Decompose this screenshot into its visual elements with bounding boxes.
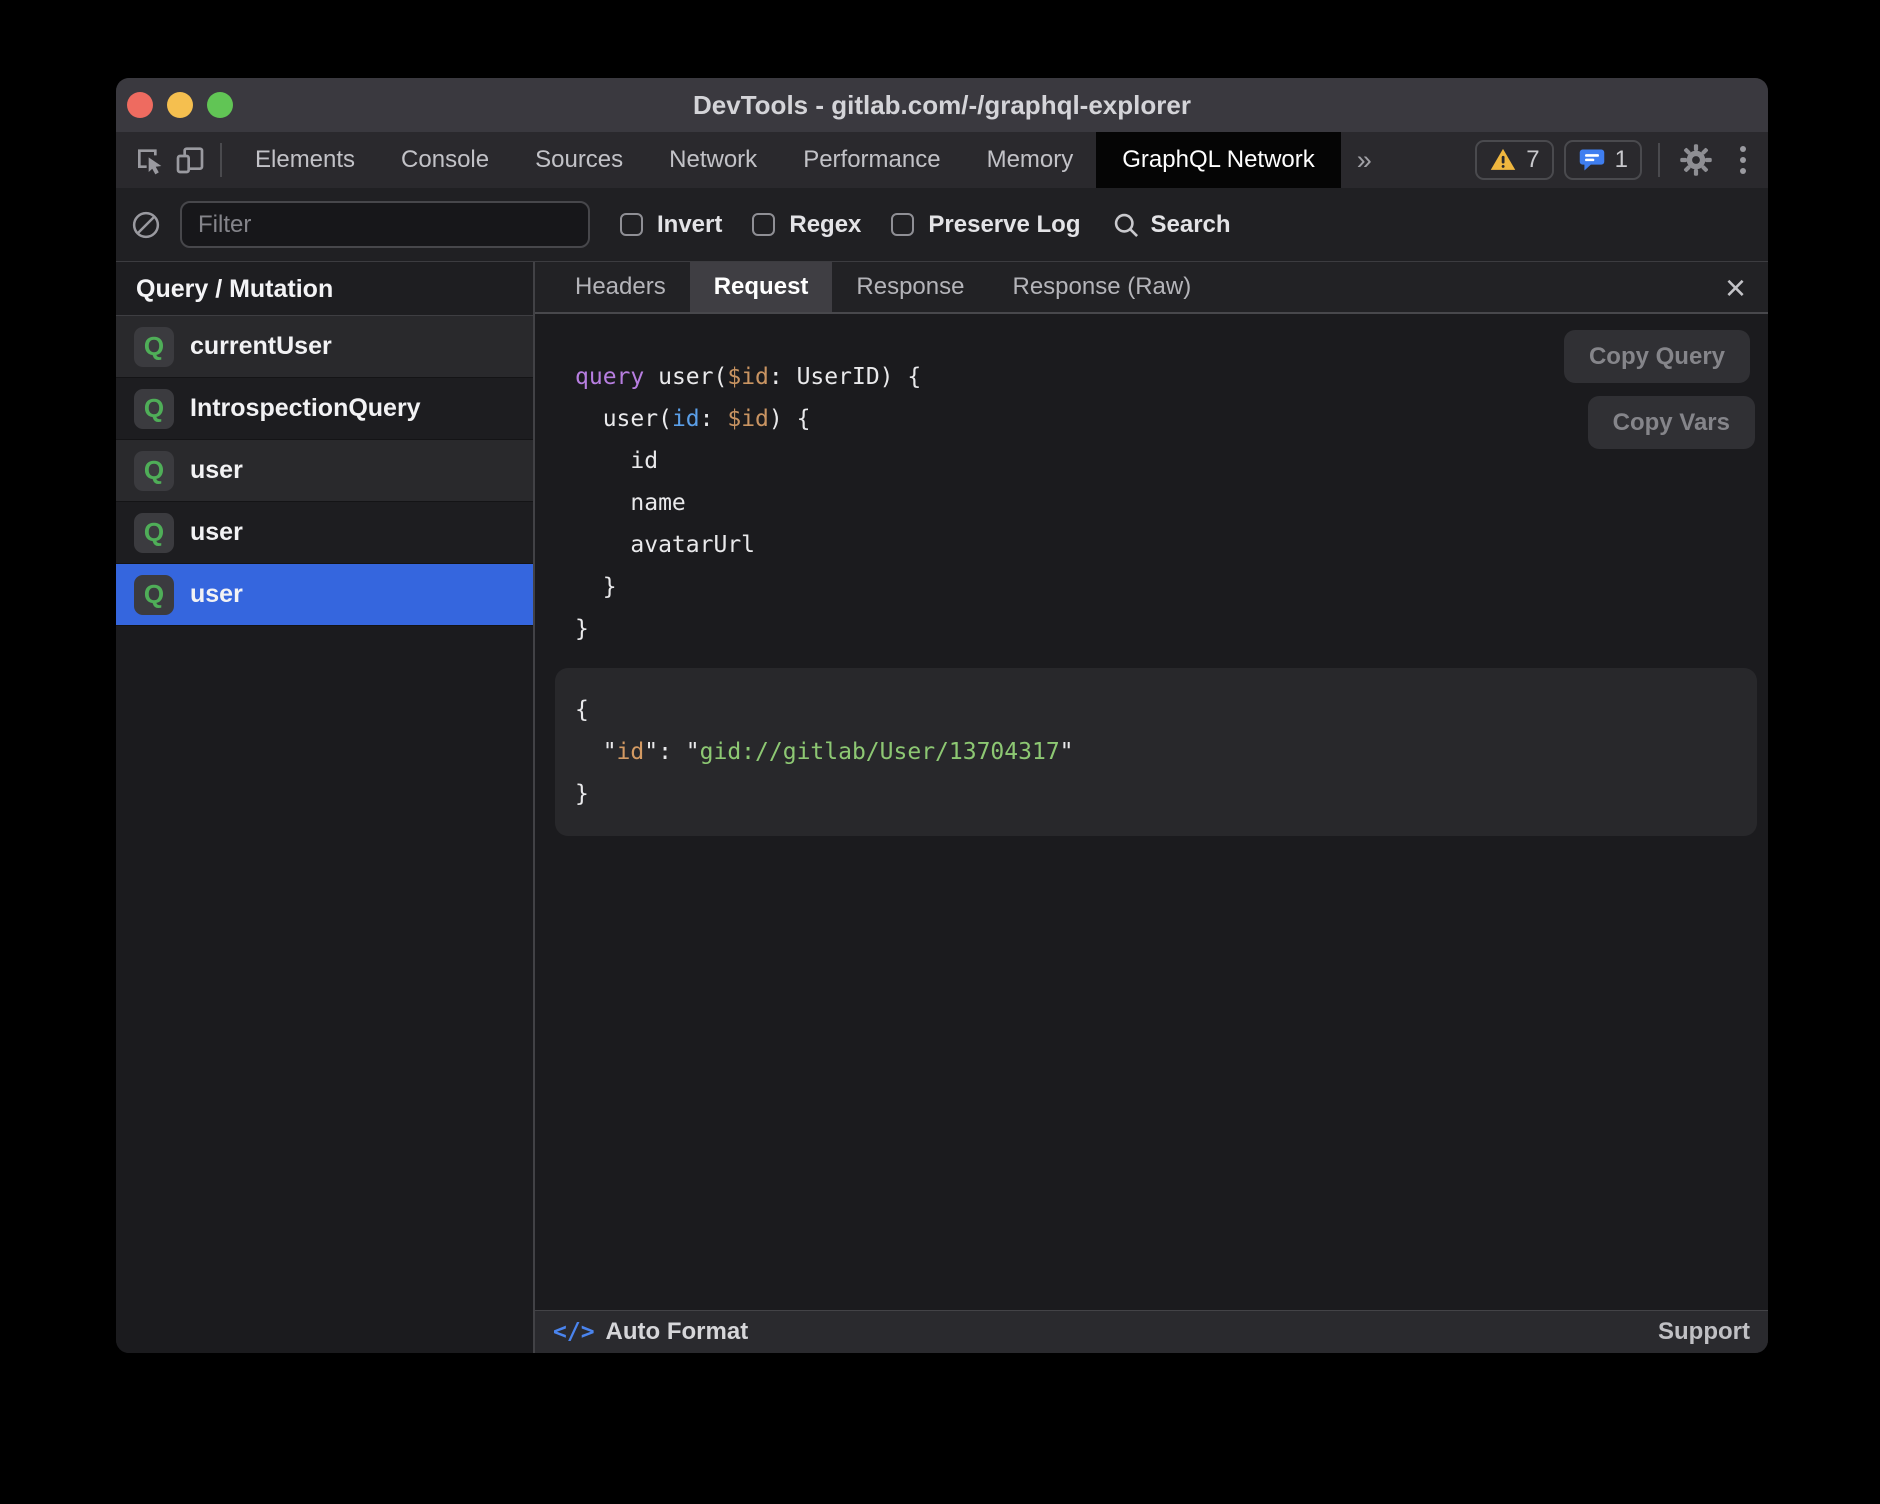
filter-input[interactable]	[180, 201, 590, 248]
auto-format-button[interactable]: </> Auto Format	[553, 1318, 748, 1346]
query-list-item-user-1[interactable]: Q user	[116, 440, 533, 502]
clear-filter-button[interactable]	[126, 205, 166, 245]
warnings-badge[interactable]: 7	[1475, 140, 1553, 180]
query-type-badge: Q	[134, 575, 174, 615]
tab-headers[interactable]: Headers	[551, 262, 690, 312]
regex-checkbox-box[interactable]	[752, 213, 775, 236]
tab-response-raw[interactable]: Response (Raw)	[988, 262, 1215, 312]
devtools-toolbar: Elements Console Sources Network Perform…	[116, 132, 1768, 188]
detail-tab-bar: Headers Request Response Response (Raw) …	[535, 262, 1768, 314]
more-tabs-button[interactable]: »	[1341, 132, 1388, 188]
messages-badge[interactable]: 1	[1564, 140, 1642, 180]
message-count: 1	[1615, 146, 1628, 174]
inspect-element-button[interactable]	[130, 140, 170, 180]
copy-vars-button[interactable]: Copy Vars	[1588, 396, 1755, 449]
device-toolbar-button[interactable]	[170, 140, 210, 180]
invert-checkbox-label: Invert	[657, 211, 722, 239]
query-list-item-label: user	[190, 456, 243, 485]
copy-query-button[interactable]: Copy Query	[1564, 330, 1750, 383]
tab-elements[interactable]: Elements	[232, 132, 378, 188]
query-list-item-currentuser[interactable]: Q currentUser	[116, 316, 533, 378]
code-brackets-icon: </>	[553, 1319, 595, 1345]
detail-footer: </> Auto Format Support	[535, 1310, 1768, 1353]
query-type-badge: Q	[134, 451, 174, 491]
query-list-item-introspectionquery[interactable]: Q IntrospectionQuery	[116, 378, 533, 440]
query-type-badge: Q	[134, 513, 174, 553]
gear-icon	[1678, 142, 1714, 178]
inspect-cursor-icon	[134, 144, 166, 176]
regex-checkbox[interactable]: Regex	[752, 211, 861, 239]
titlebar: DevTools - gitlab.com/-/graphql-explorer	[116, 78, 1768, 132]
window-title: DevTools - gitlab.com/-/graphql-explorer	[116, 78, 1768, 132]
tab-sources[interactable]: Sources	[512, 132, 646, 188]
invert-checkbox-box[interactable]	[620, 213, 643, 236]
search-button[interactable]: Search	[1112, 211, 1230, 239]
auto-format-label: Auto Format	[606, 1318, 749, 1346]
invert-checkbox[interactable]: Invert	[620, 211, 722, 239]
toolbar-divider-2	[1658, 143, 1660, 177]
query-variables-code: { "id": "gid://gitlab/User/13704317"}	[575, 689, 1757, 815]
devtools-window: DevTools - gitlab.com/-/graphql-explorer…	[116, 78, 1768, 1353]
tab-console[interactable]: Console	[378, 132, 512, 188]
support-link[interactable]: Support	[1658, 1318, 1750, 1346]
warning-count: 7	[1526, 146, 1539, 174]
query-type-badge: Q	[134, 327, 174, 367]
query-list-header: Query / Mutation	[116, 262, 533, 316]
query-list-item-label: user	[190, 580, 243, 609]
tab-memory[interactable]: Memory	[964, 132, 1097, 188]
message-bubble-icon	[1578, 146, 1606, 174]
close-detail-button[interactable]: ×	[1717, 262, 1754, 314]
query-type-badge: Q	[134, 389, 174, 429]
kebab-menu-button[interactable]	[1740, 146, 1746, 174]
warning-triangle-icon	[1489, 146, 1517, 174]
filter-bar: Invert Regex Preserve Log Search	[116, 188, 1768, 262]
tab-network[interactable]: Network	[646, 132, 780, 188]
query-list-item-label: user	[190, 518, 243, 547]
query-list-item-label: currentUser	[190, 332, 332, 361]
tab-performance[interactable]: Performance	[780, 132, 963, 188]
request-content: query user($id: UserID) { user(id: $id) …	[535, 314, 1768, 1310]
query-list-item-user-3-selected[interactable]: Q user	[116, 564, 533, 626]
settings-button[interactable]	[1676, 140, 1716, 180]
search-icon	[1112, 211, 1140, 239]
preserve-log-checkbox-label: Preserve Log	[928, 211, 1080, 239]
query-variables-box: { "id": "gid://gitlab/User/13704317"}	[555, 668, 1757, 836]
query-list-item-user-2[interactable]: Q user	[116, 502, 533, 564]
block-icon	[131, 210, 161, 240]
request-detail-panel: Headers Request Response Response (Raw) …	[535, 262, 1768, 1353]
query-list-item-label: IntrospectionQuery	[190, 394, 421, 423]
tab-request[interactable]: Request	[690, 262, 833, 312]
query-list-panel: Query / Mutation Q currentUser Q Introsp…	[116, 262, 535, 1353]
preserve-log-checkbox[interactable]: Preserve Log	[891, 211, 1080, 239]
preserve-log-checkbox-box[interactable]	[891, 213, 914, 236]
main-split: Query / Mutation Q currentUser Q Introsp…	[116, 262, 1768, 1353]
tab-graphql-network[interactable]: GraphQL Network	[1096, 132, 1341, 188]
regex-checkbox-label: Regex	[789, 211, 861, 239]
toolbar-divider	[220, 143, 222, 177]
device-toolbar-icon	[174, 144, 206, 176]
tab-response[interactable]: Response	[832, 262, 988, 312]
search-label: Search	[1150, 211, 1230, 239]
